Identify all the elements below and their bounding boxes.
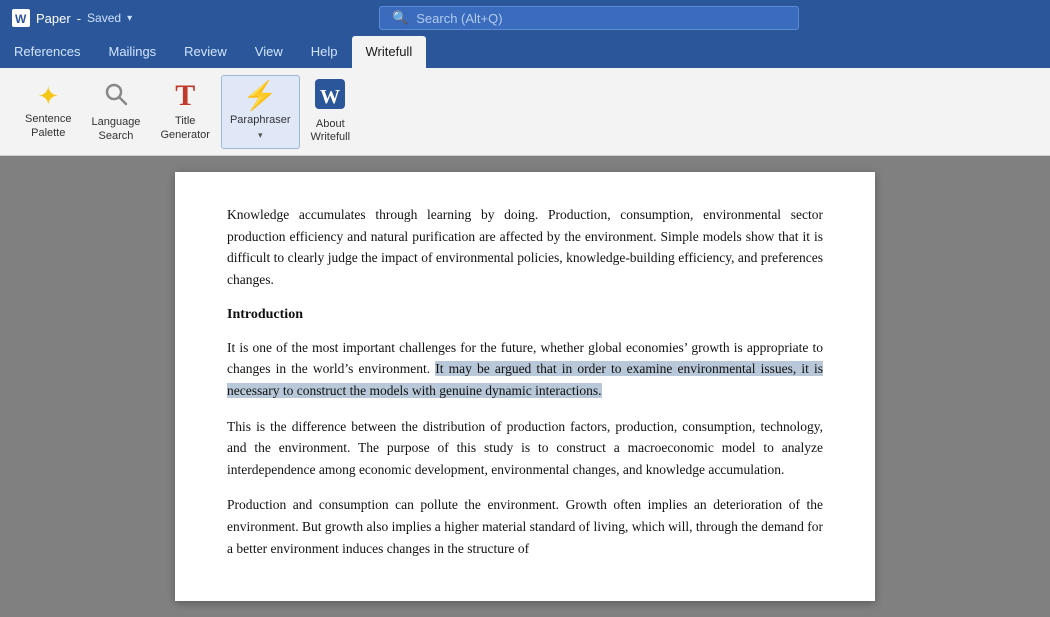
paragraph-2: It is one of the most important challeng…	[227, 337, 823, 402]
search-icon: 🔍	[392, 10, 408, 26]
title-generator-button[interactable]: T TitleGenerator	[151, 75, 219, 149]
svg-text:W: W	[15, 12, 27, 26]
sentence-palette-icon: ✦	[37, 83, 59, 109]
search-wrapper[interactable]: 🔍	[379, 6, 799, 30]
title-generator-icon: T	[175, 81, 195, 111]
language-search-label: LanguageSearch	[91, 116, 140, 142]
title-search-bar: 🔍	[140, 6, 1038, 30]
language-search-button[interactable]: LanguageSearch	[82, 75, 149, 149]
title-dropdown-arrow[interactable]: ▾	[127, 13, 132, 24]
document-area: Knowledge accumulates through learning b…	[0, 156, 1050, 617]
paraphraser-label: Paraphraser	[230, 114, 291, 127]
word-doc-icon: W	[12, 9, 30, 27]
tab-review[interactable]: Review	[170, 36, 241, 68]
paragraph-1: Knowledge accumulates through learning b…	[227, 204, 823, 290]
about-writefull-button[interactable]: W AboutWritefull	[302, 75, 360, 149]
about-writefull-label: AboutWritefull	[311, 118, 351, 144]
title-bar-left: W Paper - Saved ▾	[12, 9, 132, 27]
about-writefull-icon: W	[315, 79, 345, 114]
heading-introduction: Introduction	[227, 304, 823, 326]
tab-mailings[interactable]: Mailings	[94, 36, 170, 68]
tab-writefull[interactable]: Writefull	[352, 36, 427, 68]
language-search-icon	[102, 80, 130, 112]
title-generator-label: TitleGenerator	[160, 115, 210, 141]
paraphraser-button[interactable]: ⚡ Paraphraser ▾	[221, 75, 300, 149]
sentence-palette-button[interactable]: ✦ SentencePalette	[16, 75, 80, 149]
search-input[interactable]	[416, 11, 786, 26]
ribbon-tabs: References Mailings Review View Help Wri…	[0, 36, 1050, 68]
svg-text:W: W	[320, 86, 340, 108]
ribbon: ✦ SentencePalette LanguageSearch T Title…	[0, 68, 1050, 156]
title-bar: W Paper - Saved ▾ 🔍	[0, 0, 1050, 36]
doc-title: Paper	[36, 11, 71, 26]
paragraph-4: Production and consumption can pollute t…	[227, 494, 823, 559]
paraphraser-chevron: ▾	[258, 130, 263, 141]
sentence-palette-label: SentencePalette	[25, 113, 71, 139]
ribbon-group-writefull: ✦ SentencePalette LanguageSearch T Title…	[8, 72, 367, 151]
document-page[interactable]: Knowledge accumulates through learning b…	[175, 172, 875, 601]
tab-help[interactable]: Help	[297, 36, 352, 68]
saved-status: Saved	[87, 11, 121, 25]
tab-view[interactable]: View	[241, 36, 297, 68]
paragraph-3: This is the difference between the distr…	[227, 416, 823, 481]
paraphraser-icon: ⚡	[243, 82, 278, 110]
tab-references[interactable]: References	[0, 36, 94, 68]
